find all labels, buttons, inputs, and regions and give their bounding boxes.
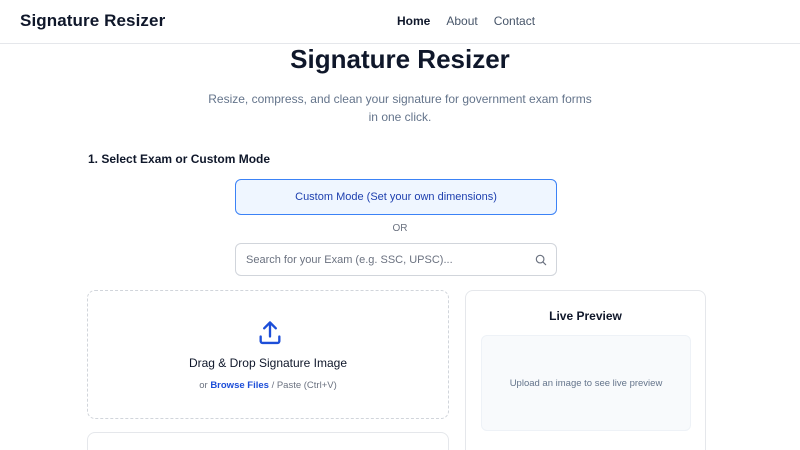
exam-search-input[interactable] bbox=[246, 251, 526, 269]
live-preview-area: Upload an image to see live preview bbox=[481, 335, 691, 431]
page-subtitle: Resize, compress, and clean your signatu… bbox=[208, 92, 592, 124]
exam-search-box[interactable] bbox=[235, 243, 557, 276]
page-title: Signature Resizer bbox=[290, 44, 510, 74]
live-preview-title: Live Preview bbox=[549, 309, 622, 323]
next-section-card bbox=[87, 432, 449, 450]
or-divider: OR bbox=[392, 223, 408, 234]
nav-link-home[interactable]: Home bbox=[397, 14, 430, 28]
dropzone-hint-prefix: or bbox=[199, 380, 208, 391]
dropzone-title: Drag & Drop Signature Image bbox=[188, 356, 348, 370]
brand-logo-text[interactable]: Signature Resizer bbox=[20, 11, 165, 31]
navbar: Signature Resizer Home About Contact bbox=[0, 0, 800, 44]
live-preview-placeholder: Upload an image to see live preview bbox=[509, 378, 663, 389]
browse-files-link[interactable]: Browse Files bbox=[210, 380, 269, 391]
live-preview-card: Live Preview Upload an image to see live… bbox=[465, 290, 706, 450]
nav-link-contact[interactable]: Contact bbox=[494, 14, 535, 28]
search-icon[interactable] bbox=[534, 253, 548, 267]
upload-icon bbox=[259, 321, 281, 345]
dropzone-hint-suffix: / Paste (Ctrl+V) bbox=[271, 380, 337, 391]
nav-links: Home About Contact bbox=[397, 14, 535, 28]
custom-mode-button[interactable]: Custom Mode (Set your own dimensions) bbox=[235, 179, 557, 215]
nav-link-about[interactable]: About bbox=[446, 14, 477, 28]
dropzone-hint: or Browse Files / Paste (Ctrl+V) bbox=[88, 380, 448, 391]
exam-section-label: 1. Select Exam or Custom Mode bbox=[88, 152, 271, 166]
upload-dropzone[interactable]: Drag & Drop Signature Image or Browse Fi… bbox=[87, 290, 449, 419]
